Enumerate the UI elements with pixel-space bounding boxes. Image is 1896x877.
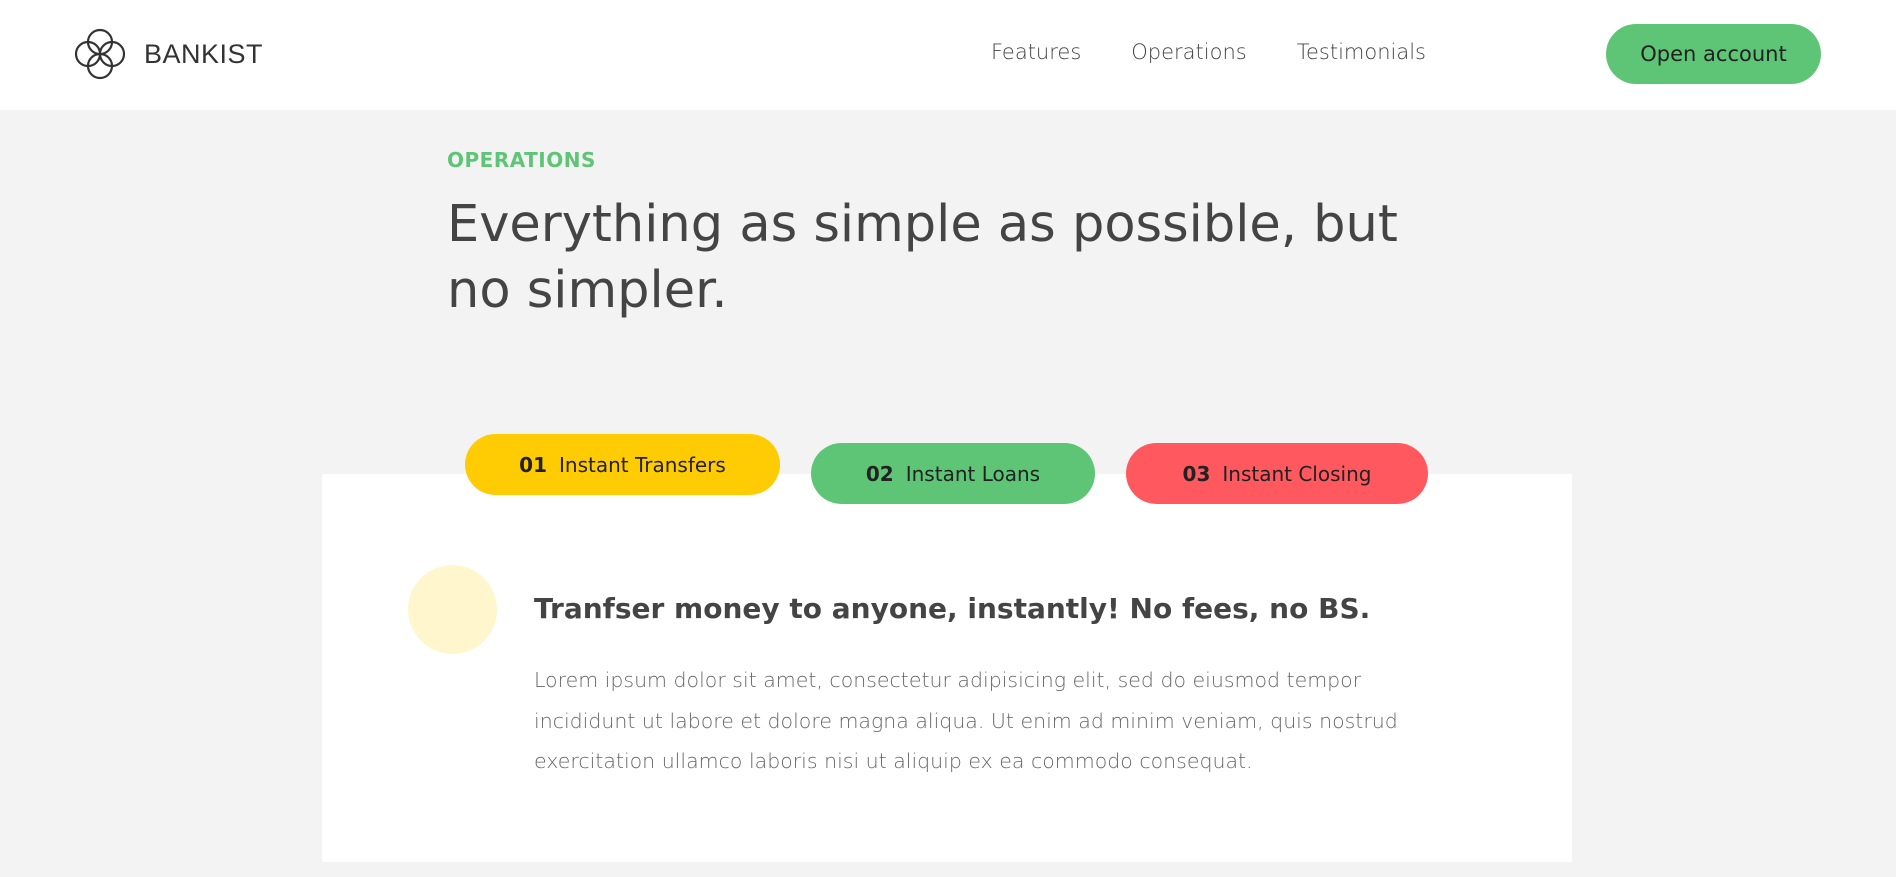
tab-instant-transfers[interactable]: 01 Instant Transfers xyxy=(465,434,780,495)
tab-instant-closing[interactable]: 03 Instant Closing xyxy=(1126,443,1428,504)
four-circles-logo-icon xyxy=(74,28,126,80)
nav-links: Features Operations Testimonials xyxy=(941,40,1426,64)
open-account-button[interactable]: Open account xyxy=(1606,24,1821,84)
section-title: Everything as simple as possible, but no… xyxy=(447,195,1398,320)
transfer-icon xyxy=(408,565,497,654)
tab-number: 03 xyxy=(1182,461,1211,486)
tab-number: 01 xyxy=(519,452,548,477)
tab-number: 02 xyxy=(865,461,894,486)
brand-name: BANKIST xyxy=(144,38,264,69)
nav-link-testimonials[interactable]: Testimonials xyxy=(1297,40,1426,64)
tab-label: Instant Transfers xyxy=(559,452,726,477)
operation-heading: Tranfser money to anyone, instantly! No … xyxy=(534,592,1371,625)
section-label: OPERATIONS xyxy=(447,148,596,172)
nav-link-features[interactable]: Features xyxy=(991,40,1081,64)
nav-link-operations[interactable]: Operations xyxy=(1131,40,1246,64)
tab-label: Instant Loans xyxy=(905,461,1041,486)
main-nav: BANKIST Features Operations Testimonials… xyxy=(0,0,1896,110)
operation-description: Lorem ipsum dolor sit amet, consectetur … xyxy=(534,668,1398,773)
tab-instant-loans[interactable]: 02 Instant Loans xyxy=(811,443,1095,504)
brand-logo[interactable]: BANKIST xyxy=(70,24,263,84)
tab-label: Instant Closing xyxy=(1222,461,1372,486)
